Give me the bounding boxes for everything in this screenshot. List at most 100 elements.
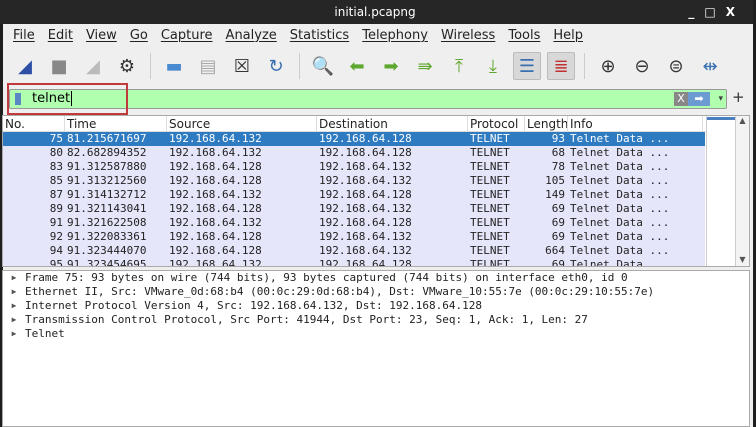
restart-capture-button[interactable]: ◢ bbox=[79, 52, 107, 80]
cell-no: 95 bbox=[49, 258, 63, 267]
colorize-button[interactable]: ≣ bbox=[547, 52, 575, 80]
save-file-icon: ▤ bbox=[199, 55, 217, 77]
column-header-protocol[interactable]: Protocol bbox=[468, 116, 525, 131]
cell-no: 75 bbox=[49, 132, 63, 145]
packet-row[interactable]: 92 91.322083361 192.168.64.128 192.168.64.1… bbox=[3, 230, 705, 244]
menu-wireless[interactable]: Wireless bbox=[441, 28, 495, 43]
packet-row[interactable]: 85 91.313212560 192.168.64.128 192.168.64.1… bbox=[3, 174, 705, 188]
packet-row[interactable]: 91 91.321622508 192.168.64.132 192.168.64.1… bbox=[3, 216, 705, 230]
cell-info: Telnet Data ... bbox=[570, 244, 670, 257]
cell-source: 192.168.64.128 bbox=[169, 174, 262, 187]
detail-tree-item[interactable]: ▶ Internet Protocol Version 4, Src: 192.1… bbox=[3, 299, 749, 313]
clear-filter-button[interactable]: X bbox=[674, 92, 688, 106]
column-header-time[interactable]: Time bbox=[65, 116, 167, 131]
column-header-length[interactable]: Length bbox=[525, 116, 568, 131]
autoscroll-icon: ☰ bbox=[518, 55, 536, 77]
packet-row[interactable]: 80 82.682894352 192.168.64.132 192.168.64.1… bbox=[3, 146, 705, 160]
detail-tree-item[interactable]: ▶ Frame 75: 93 bytes on wire (744 bits), … bbox=[3, 271, 749, 285]
cell-time: 91.321143041 bbox=[67, 202, 147, 215]
packet-row[interactable]: 83 91.312587880 192.168.64.128 192.168.64.1… bbox=[3, 160, 705, 174]
menu-capture[interactable]: Capture bbox=[161, 28, 213, 43]
autoscroll-button[interactable]: ☰ bbox=[513, 52, 541, 80]
filter-history-dropdown[interactable]: ▾ bbox=[718, 90, 723, 108]
scroll-up-icon[interactable]: ▲ bbox=[736, 116, 749, 125]
packet-row[interactable]: 75 81.215671697 192.168.64.132 192.168.64.1… bbox=[3, 132, 705, 146]
cell-destination: 192.168.64.132 bbox=[319, 160, 412, 173]
go-back-button[interactable]: ⬅ bbox=[343, 52, 371, 80]
cell-protocol: TELNET bbox=[470, 258, 510, 267]
scroll-down-icon[interactable]: ▼ bbox=[736, 255, 749, 264]
cell-length: 69 bbox=[551, 230, 565, 243]
find-packet-button[interactable]: 🔍 bbox=[309, 52, 337, 80]
packet-minimap[interactable] bbox=[706, 116, 736, 266]
packet-details: ▶ Frame 75: 93 bytes on wire (744 bits), … bbox=[2, 270, 750, 427]
minimize-button[interactable]: _ bbox=[688, 5, 704, 19]
menu-edit[interactable]: Edit bbox=[48, 28, 73, 43]
close-file-button[interactable]: ☒ bbox=[228, 52, 256, 80]
menu-view[interactable]: View bbox=[86, 28, 117, 43]
maximize-button[interactable]: □ bbox=[704, 5, 725, 19]
packet-row[interactable]: 87 91.314132712 192.168.64.132 192.168.64.1… bbox=[3, 188, 705, 202]
packet-row[interactable]: 95 91.323454695 192.168.64.132 192.168.64.1… bbox=[3, 258, 705, 267]
toolbar-separator bbox=[150, 53, 151, 79]
zoom-normal-button[interactable]: ⊜ bbox=[662, 52, 690, 80]
cell-time: 91.323454695 bbox=[67, 258, 147, 267]
menu-go[interactable]: Go bbox=[130, 28, 148, 43]
zoom-in-button[interactable]: ⊕ bbox=[594, 52, 622, 80]
packet-row[interactable]: 94 91.323444070 192.168.64.128 192.168.64.1… bbox=[3, 244, 705, 258]
colorize-icon: ≣ bbox=[553, 55, 569, 77]
reload-file-button[interactable]: ↻ bbox=[262, 52, 290, 80]
apply-filter-button[interactable]: ➡ bbox=[688, 92, 710, 106]
cell-time: 91.312587880 bbox=[67, 160, 147, 173]
go-last-packet-button[interactable]: ⤓ bbox=[479, 52, 507, 80]
go-forward-button[interactable]: ➡ bbox=[377, 52, 405, 80]
stop-capture-button[interactable]: ■ bbox=[45, 52, 73, 80]
go-first-packet-button[interactable]: ⤒ bbox=[445, 52, 473, 80]
cell-length: 105 bbox=[545, 174, 565, 187]
cell-destination: 192.168.64.128 bbox=[319, 216, 412, 229]
cell-info: Telnet Data ... bbox=[570, 160, 670, 173]
packet-row[interactable]: 89 91.321143041 192.168.64.128 192.168.64.1… bbox=[3, 202, 705, 216]
expand-arrow-icon[interactable]: ▶ bbox=[3, 327, 25, 341]
close-button[interactable]: X bbox=[726, 5, 745, 19]
detail-text: Ethernet II, Src: VMware_0d:68:b4 (00:0c… bbox=[25, 285, 655, 298]
cell-source: 192.168.64.128 bbox=[169, 160, 262, 173]
add-filter-button[interactable]: + bbox=[732, 88, 745, 106]
detail-tree-item[interactable]: ▶ Ethernet II, Src: VMware_0d:68:b4 (00:0… bbox=[3, 285, 749, 299]
cell-destination: 192.168.64.132 bbox=[319, 230, 412, 243]
capture-options-gear-button[interactable]: ⚙ bbox=[113, 52, 141, 80]
zoom-out-button[interactable]: ⊖ bbox=[628, 52, 656, 80]
column-header-destination[interactable]: Destination bbox=[317, 116, 468, 131]
resize-columns-icon: ⇹ bbox=[702, 55, 718, 77]
resize-columns-button[interactable]: ⇹ bbox=[696, 52, 724, 80]
menu-analyze[interactable]: Analyze bbox=[226, 28, 277, 43]
menu-file[interactable]: File bbox=[13, 28, 35, 43]
cell-length: 69 bbox=[551, 258, 565, 267]
cell-time: 81.215671697 bbox=[67, 132, 147, 145]
menu-statistics[interactable]: Statistics bbox=[290, 28, 349, 43]
menu-tools[interactable]: Tools bbox=[508, 28, 540, 43]
expand-arrow-icon[interactable]: ▶ bbox=[3, 313, 25, 327]
menu-help[interactable]: Help bbox=[553, 28, 583, 43]
cell-time: 91.321622508 bbox=[67, 216, 147, 229]
detail-text: Transmission Control Protocol, Src Port:… bbox=[25, 313, 588, 326]
cell-destination: 192.168.64.132 bbox=[319, 244, 412, 257]
save-file-button[interactable]: ▤ bbox=[194, 52, 222, 80]
packet-list-header: No. Time Source Destination Protocol Length In… bbox=[3, 116, 749, 132]
go-to-packet-button[interactable]: ⇛ bbox=[411, 52, 439, 80]
column-header-info[interactable]: Info bbox=[568, 116, 703, 131]
expand-arrow-icon[interactable]: ▶ bbox=[3, 271, 25, 285]
open-file-icon: ▬ bbox=[165, 55, 183, 77]
shark-fin-start-button[interactable]: ◢ bbox=[11, 52, 39, 80]
detail-tree-item[interactable]: ▶ Transmission Control Protocol, Src Port… bbox=[3, 313, 749, 327]
menu-telephony[interactable]: Telephony bbox=[362, 28, 428, 43]
cell-destination: 192.168.64.128 bbox=[319, 258, 412, 267]
cell-info: Telnet Data ... bbox=[570, 174, 670, 187]
column-header-no[interactable]: No. bbox=[3, 116, 65, 131]
open-file-button[interactable]: ▬ bbox=[160, 52, 188, 80]
detail-tree-item[interactable]: ▶ Telnet bbox=[3, 327, 749, 341]
expand-arrow-icon[interactable]: ▶ bbox=[3, 285, 25, 299]
expand-arrow-icon[interactable]: ▶ bbox=[3, 299, 25, 313]
packet-list-scrollbar[interactable]: ▲ ▼ bbox=[735, 116, 749, 266]
column-header-source[interactable]: Source bbox=[167, 116, 317, 131]
